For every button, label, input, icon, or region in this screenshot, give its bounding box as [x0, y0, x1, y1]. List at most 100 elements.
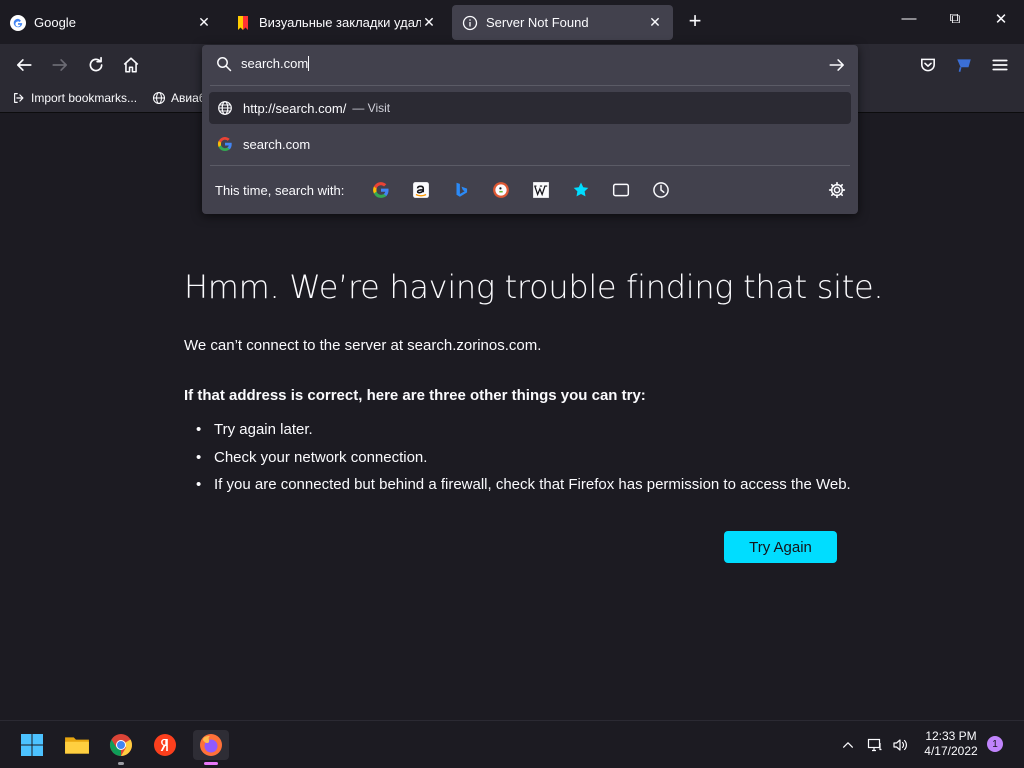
- list-item: Check your network connection.: [196, 448, 896, 476]
- clock-date: 4/17/2022: [924, 744, 978, 758]
- engine-wikipedia[interactable]: [531, 180, 551, 200]
- engine-history[interactable]: [651, 180, 671, 200]
- info-icon: [462, 15, 478, 30]
- list-item: Try again later.: [196, 420, 896, 448]
- close-window-button[interactable]: ✕: [989, 10, 1013, 34]
- result-url: http://search.com/: [243, 100, 347, 116]
- history-icon: [653, 182, 669, 198]
- tab-title: Google: [34, 15, 76, 30]
- error-suggestion-heading: If that address is correct, here are thr…: [184, 387, 646, 404]
- duckduckgo-icon: [493, 182, 509, 198]
- url-bar[interactable]: search.com: [202, 45, 858, 85]
- engine-google[interactable]: [371, 180, 391, 200]
- forward-button[interactable]: [48, 53, 72, 77]
- engine-duckduckgo[interactable]: [491, 180, 511, 200]
- windows-start-icon: [21, 734, 43, 756]
- bookmark-label: Import bookmarks...: [31, 91, 138, 105]
- google-icon: [373, 182, 389, 198]
- maximize-button[interactable]: ⧉: [943, 10, 967, 34]
- one-off-search-engines: This time, search with:: [202, 175, 858, 205]
- amazon-icon: [413, 182, 429, 198]
- url-bar-dropdown: search.com http://search.com/ — Visit se…: [202, 45, 858, 214]
- try-again-button[interactable]: Try Again: [724, 531, 837, 563]
- result-action: — Visit: [352, 101, 391, 115]
- go-arrow-icon[interactable]: [828, 56, 846, 74]
- yandex-browser-button[interactable]: [150, 730, 180, 760]
- wikipedia-icon: [533, 182, 549, 198]
- google-g-icon: [217, 137, 232, 152]
- chevron-up-icon: [843, 742, 853, 748]
- tab-google[interactable]: Google ✕: [0, 5, 222, 40]
- engine-tabs[interactable]: [611, 180, 631, 200]
- tabs-icon: [612, 183, 630, 197]
- pocket-button[interactable]: [916, 53, 940, 77]
- tab-visual-bookmarks[interactable]: Визуальные закладки удалены ✕: [225, 5, 447, 40]
- firefox-button[interactable]: [193, 730, 229, 765]
- back-button[interactable]: [12, 53, 36, 77]
- tab-close-icon[interactable]: ✕: [421, 14, 437, 31]
- text-caret: [308, 56, 310, 71]
- engine-amazon[interactable]: [411, 180, 431, 200]
- speaker-icon: [893, 739, 907, 751]
- start-button[interactable]: [17, 730, 47, 760]
- reload-icon: [89, 56, 103, 72]
- divider: [210, 85, 850, 86]
- bookmarks-star-icon: [573, 182, 589, 197]
- list-item: If you are connected but behind a firewa…: [196, 475, 896, 503]
- file-explorer-button[interactable]: [62, 730, 92, 760]
- tab-close-icon[interactable]: ✕: [647, 14, 663, 31]
- pocket-icon: [921, 58, 935, 72]
- bookmark-avia[interactable]: Авиаб: [152, 91, 206, 105]
- url-result-search[interactable]: search.com: [209, 128, 851, 160]
- clock-time: 12:33 PM: [925, 729, 977, 743]
- engine-bing[interactable]: [451, 180, 471, 200]
- menu-button[interactable]: [988, 53, 1012, 77]
- hamburger-menu-icon: [992, 59, 1008, 71]
- tab-strip: Google ✕ Визуальные закладки удалены ✕ S…: [0, 0, 1024, 44]
- system-clock[interactable]: 12:33 PM 4/17/2022: [916, 729, 986, 759]
- url-result-visit[interactable]: http://search.com/ — Visit: [209, 92, 851, 124]
- chrome-button[interactable]: [106, 730, 136, 765]
- globe-icon: [152, 91, 166, 105]
- tab-server-not-found[interactable]: Server Not Found ✕: [452, 5, 673, 40]
- minimize-button[interactable]: —: [897, 10, 921, 34]
- url-input[interactable]: search.com: [241, 56, 310, 71]
- reload-button[interactable]: [84, 53, 108, 77]
- result-text: search.com: [243, 136, 311, 152]
- error-suggestion-list: Try again later. Check your network conn…: [196, 420, 896, 503]
- running-indicator: [204, 762, 218, 765]
- new-tab-button[interactable]: +: [684, 10, 706, 33]
- globe-icon: [218, 101, 232, 115]
- error-description: We can’t connect to the server at search…: [184, 337, 542, 354]
- yandex-bookmark-icon: [238, 15, 248, 30]
- show-hidden-icons-button[interactable]: [838, 735, 858, 755]
- extension-button[interactable]: [952, 53, 976, 77]
- bookmark-label: Авиаб: [171, 91, 206, 105]
- yandex-browser-icon: [154, 734, 176, 756]
- search-settings-button[interactable]: [827, 180, 847, 200]
- url-input-value: search.com: [241, 56, 309, 71]
- extension-flag-icon: [957, 59, 971, 72]
- search-icon: [217, 57, 232, 72]
- import-icon: [14, 93, 24, 103]
- firefox-icon: [200, 734, 222, 756]
- engine-bookmarks[interactable]: [571, 180, 591, 200]
- tab-title: Server Not Found: [486, 15, 589, 30]
- arrow-left-icon: [16, 59, 32, 71]
- bing-icon: [456, 182, 468, 197]
- tab-title: Визуальные закладки удалены: [259, 15, 421, 30]
- error-title: Hmm. We’re having trouble finding that s…: [184, 268, 884, 306]
- home-button[interactable]: [119, 53, 143, 77]
- tab-close-icon[interactable]: ✕: [196, 14, 212, 31]
- divider: [210, 165, 850, 166]
- search-with-label: This time, search with:: [215, 183, 345, 198]
- home-icon: [123, 57, 139, 73]
- gear-icon: [828, 181, 846, 199]
- volume-button[interactable]: [890, 735, 910, 755]
- file-explorer-icon: [65, 737, 89, 754]
- network-button[interactable]: [865, 735, 885, 755]
- bookmark-import[interactable]: Import bookmarks...: [12, 91, 137, 105]
- chrome-icon: [110, 734, 132, 756]
- notification-badge[interactable]: 1: [987, 736, 1003, 752]
- taskbar: [0, 720, 1024, 768]
